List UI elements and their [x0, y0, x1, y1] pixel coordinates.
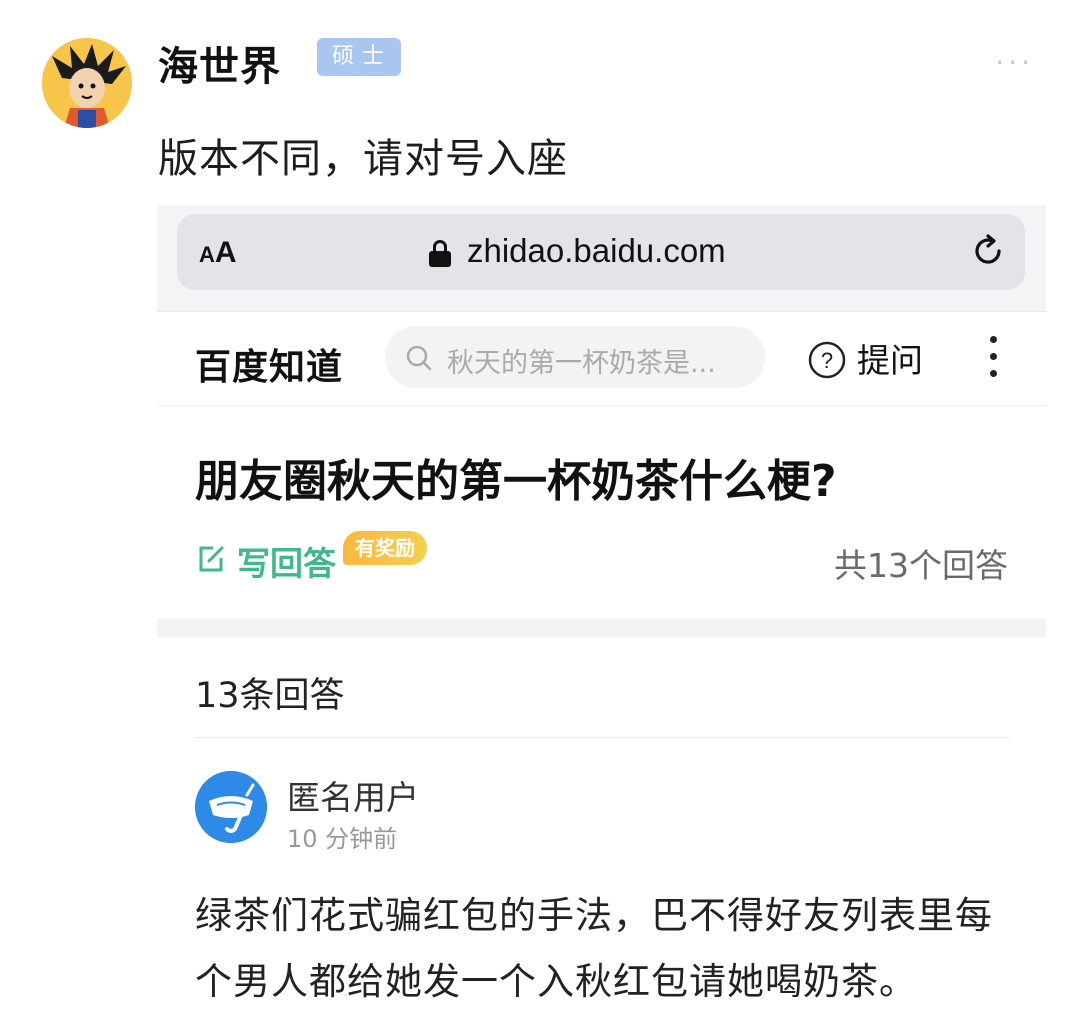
svg-text:?: ?: [821, 348, 833, 373]
search-input[interactable]: 秋天的第一杯奶茶是...: [385, 326, 765, 388]
answers-count: 13条回答: [195, 676, 345, 716]
site-logo[interactable]: 百度知道: [195, 338, 343, 390]
site-header: 百度知道 秋天的第一杯奶茶是... ? 提问: [157, 312, 1046, 406]
edit-icon: [199, 546, 224, 572]
url-text[interactable]: zhidao.baidu.com: [467, 232, 726, 270]
divider: [195, 737, 1009, 738]
ask-label: 提问: [857, 341, 923, 380]
question-title: 朋友圈秋天的第一杯奶茶什么梗?: [195, 456, 837, 507]
answer-timestamp: 10 分钟前: [287, 825, 398, 853]
address-bar[interactable]: AA zhidao.baidu.com: [177, 214, 1025, 290]
search-icon: [406, 345, 432, 371]
total-answers[interactable]: 共13个回答: [834, 539, 1008, 587]
reward-badge: 有奖励: [343, 531, 427, 565]
text-size-button[interactable]: AA: [199, 236, 237, 270]
section-separator: [157, 619, 1046, 637]
embedded-screenshot: AA zhidao.baidu.com 百度知道 秋天的第一杯奶茶是... ?: [157, 205, 1046, 1025]
browser-toolbar: AA zhidao.baidu.com: [157, 205, 1046, 312]
more-dots-icon[interactable]: ···: [995, 46, 1034, 79]
reload-icon[interactable]: [969, 232, 1007, 270]
lock-icon: [429, 240, 451, 267]
avatar-illustration: [42, 38, 132, 128]
search-placeholder: 秋天的第一杯奶茶是...: [447, 348, 716, 379]
rank-badge: 硕士: [317, 38, 401, 76]
username[interactable]: 海世界: [158, 34, 281, 92]
answer-text-line: 绿茶们花式骗红包的手法，巴不得好友列表里每: [195, 894, 993, 937]
answer-avatar[interactable]: [195, 771, 267, 843]
user-avatar[interactable]: [42, 38, 132, 128]
kebab-menu-icon[interactable]: [986, 336, 1000, 382]
aa-small-label: A: [199, 242, 215, 267]
question-circle-icon: ?: [808, 341, 846, 379]
write-answer-label: 写回答: [237, 544, 336, 583]
answer-text-line: 个男人都给她发一个入秋红包请她喝奶茶。: [195, 960, 917, 1003]
post-text: 版本不同，请对号入座: [158, 136, 568, 182]
answer-username[interactable]: 匿名用户: [287, 771, 419, 819]
aa-big-label: A: [214, 236, 237, 269]
anonymous-avatar-icon: [195, 771, 267, 843]
